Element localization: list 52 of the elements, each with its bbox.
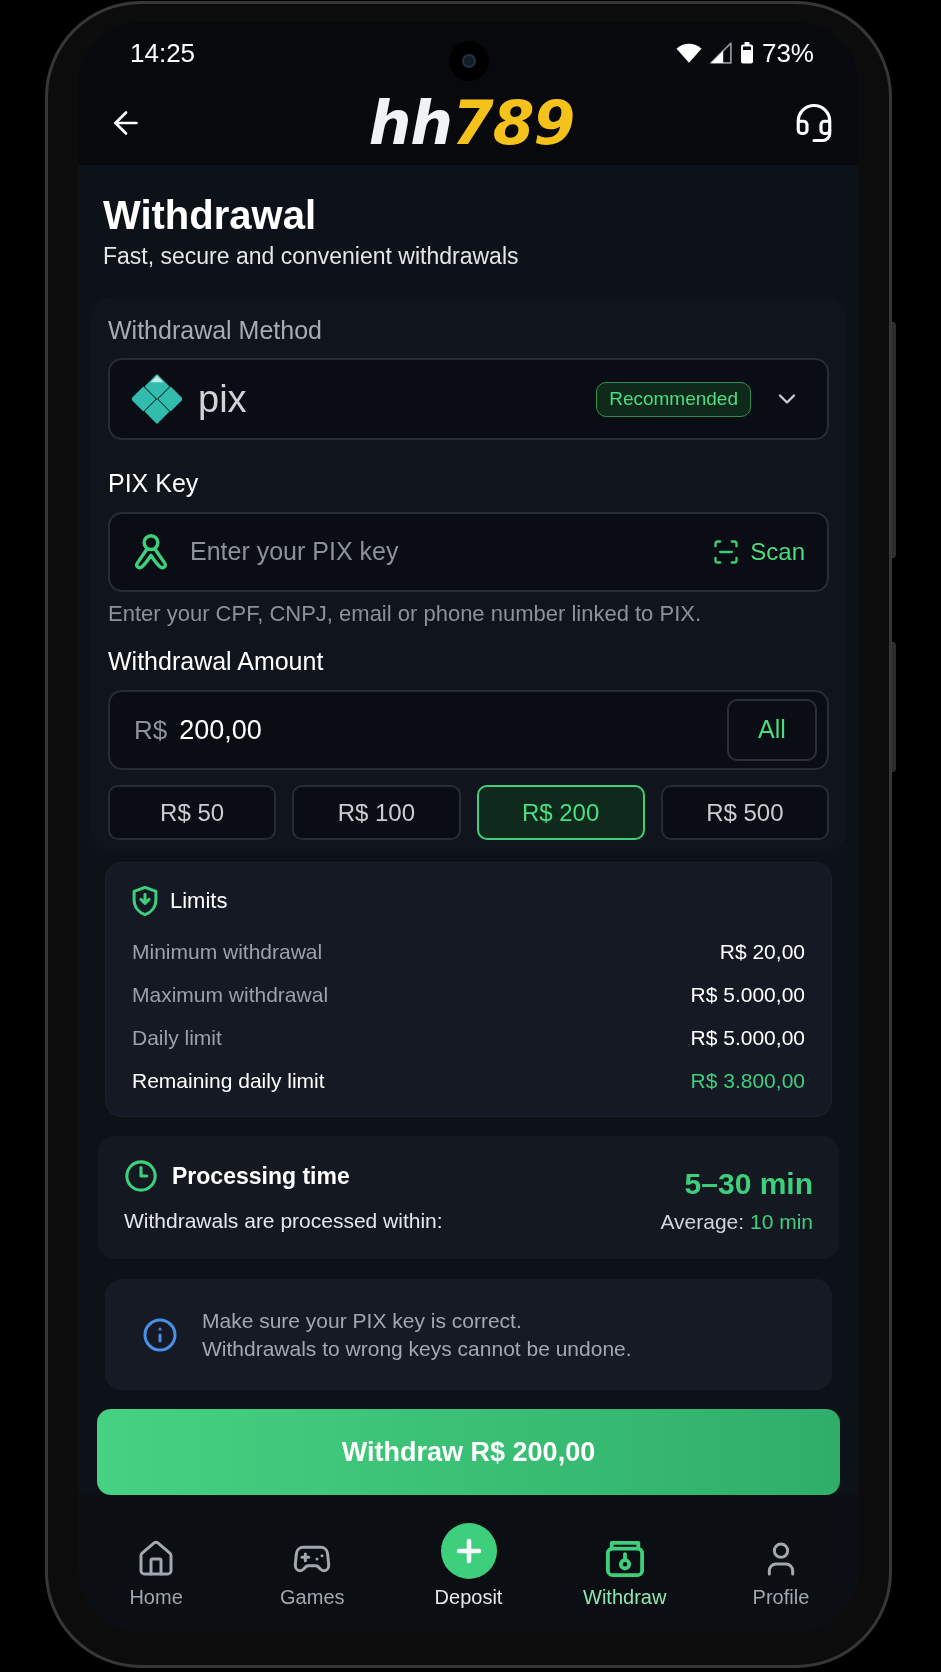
field-label: Withdrawal Amount [108, 647, 325, 675]
card-title: Processing time [172, 1162, 350, 1190]
page-subtitle: Fast, secure and convenient withdrawals [102, 243, 520, 269]
amount-preset-button[interactable]: R$ 500 [660, 785, 829, 840]
status-time: 14:25 [130, 38, 196, 68]
amount-field[interactable]: R$ 200,00 All [108, 690, 829, 770]
info-icon [142, 1316, 178, 1353]
wallet-icon [604, 1540, 645, 1578]
average-time: Average: 10 min [660, 1209, 813, 1235]
all-button[interactable]: All [727, 699, 817, 761]
currency-label: R$ [134, 715, 168, 745]
nav-item[interactable]: Deposit [390, 1519, 547, 1633]
nav-item[interactable]: Profile [702, 1519, 859, 1633]
scan-button[interactable]: Scan [712, 538, 805, 566]
method-name: pix [198, 377, 247, 421]
processing-description: Withdrawals are processed within: [124, 1208, 443, 1234]
page-title: Withdrawal [102, 193, 317, 237]
wifi-icon [675, 43, 702, 63]
battery-icon [739, 42, 754, 64]
card-title: Limits [170, 888, 228, 914]
front-camera-icon [448, 41, 489, 81]
notice-text: Withdrawals to wrong keys cannot be undone. [202, 1335, 632, 1362]
limit-label: Maximum withdrawal [132, 981, 329, 1008]
recommended-badge: Recommended [596, 381, 751, 417]
scan-icon [712, 538, 741, 566]
signal-icon [709, 42, 732, 64]
field-label: PIX Key [108, 468, 200, 498]
nav-item[interactable]: Games [234, 1519, 391, 1633]
pix-logo-icon [132, 374, 182, 424]
amount-preset-button[interactable]: R$ 100 [292, 785, 461, 840]
limit-label: Minimum withdrawal [132, 938, 323, 965]
limit-label: Daily limit [132, 1024, 222, 1051]
notice-text: Make sure your PIX key is correct. [202, 1307, 523, 1334]
limit-label: Remaining daily limit [132, 1067, 325, 1094]
clock-icon [124, 1159, 158, 1193]
amount-preset-button[interactable]: R$ 200 [476, 785, 645, 840]
brand-logo: hh789 [368, 90, 575, 155]
pix-key-field[interactable]: Enter your PIX key Scan [108, 512, 829, 592]
method-select[interactable]: pix Recommended [108, 358, 829, 440]
processing-range: 5–30 min [684, 1167, 813, 1201]
shield-icon [132, 886, 158, 916]
battery-percentage: 73% [761, 38, 814, 68]
amount-preset-button[interactable]: R$ 50 [108, 785, 277, 840]
limit-value: R$ 5.000,00 [690, 981, 805, 1008]
limit-value: R$ 5.000,00 [690, 1024, 805, 1051]
limit-value: R$ 20,00 [719, 938, 805, 965]
nav-item[interactable]: Withdraw [546, 1519, 703, 1633]
field-hint: Enter your CPF, CNPJ, email or phone number linked to PIX. [108, 602, 703, 626]
field-label: Withdrawal Method [108, 316, 323, 344]
limit-value: R$ 3.800,00 [690, 1067, 805, 1094]
nav-item[interactable]: Home [78, 1519, 235, 1633]
person-icon [134, 534, 168, 570]
